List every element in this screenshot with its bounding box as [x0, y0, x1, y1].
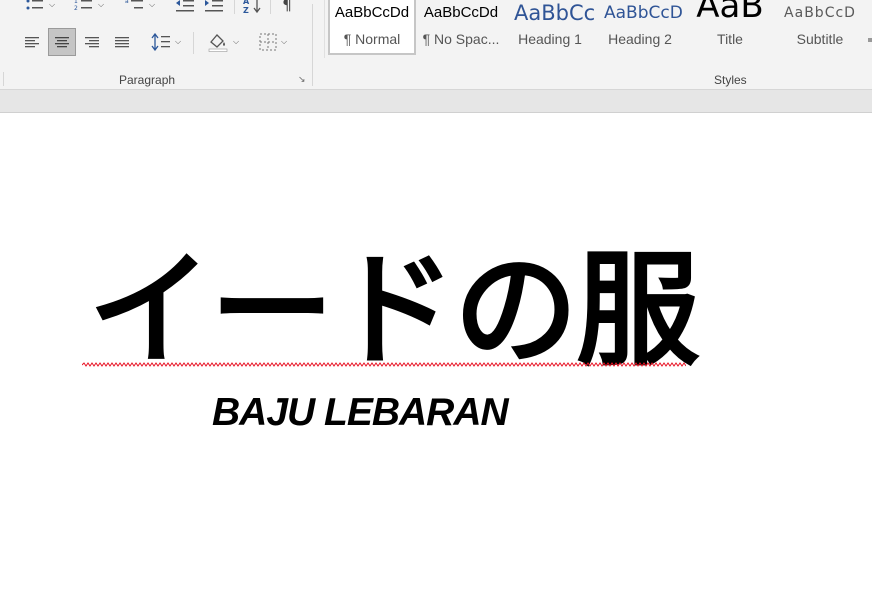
styles-gallery: AaBbCcDd ¶ Normal AaBbCcDd ¶ No Spac... … — [326, 0, 872, 58]
align-right-button[interactable] — [79, 31, 105, 53]
styles-group-label: Styles — [714, 73, 747, 87]
bullets-button[interactable]: ⌵ — [20, 0, 60, 16]
align-left-icon — [24, 35, 40, 49]
spellcheck-underline — [82, 362, 686, 367]
style-preview: AaBbCcDd — [423, 4, 499, 21]
justify-button[interactable] — [109, 31, 135, 53]
style-title[interactable]: AaB Title — [686, 0, 774, 55]
group-divider — [3, 72, 4, 86]
decrease-indent-icon — [175, 0, 195, 13]
style-heading-1[interactable]: AaBbCc Heading 1 — [506, 0, 594, 55]
svg-text:Z: Z — [243, 6, 249, 14]
style-name: Heading 1 — [518, 31, 582, 47]
borders-icon — [259, 33, 277, 51]
style-subtitle[interactable]: AaBbCcD Subtitle — [776, 0, 864, 55]
style-name: ¶ Normal — [343, 31, 401, 47]
style-name: ¶ No Spac... — [422, 31, 500, 47]
group-divider — [324, 0, 325, 58]
shading-icon — [207, 32, 229, 52]
chevron-down-icon: ⌵ — [232, 37, 240, 46]
dialog-launcher-icon[interactable]: ↘ — [298, 76, 307, 85]
divider — [234, 0, 235, 14]
divider — [270, 0, 271, 14]
show-formatting-marks-button[interactable]: ¶ — [276, 0, 298, 16]
style-preview: AaBbCc — [514, 1, 594, 25]
chevron-down-icon: ⌵ — [48, 0, 56, 9]
chevron-down-icon: ⌵ — [174, 37, 182, 46]
bullets-icon — [25, 0, 45, 13]
style-name: Subtitle — [796, 31, 844, 47]
increase-indent-icon — [204, 0, 224, 13]
increase-indent-button[interactable] — [201, 0, 227, 16]
svg-text:2: 2 — [74, 5, 78, 12]
style-preview: AaBbCcDd — [334, 4, 410, 21]
borders-button[interactable]: ⌵ — [252, 31, 294, 53]
numbering-icon: 12 — [74, 0, 94, 13]
document-subtitle[interactable]: BAJU LEBARAN — [212, 391, 509, 435]
line-spacing-icon — [151, 33, 171, 51]
style-name: Title — [717, 31, 743, 47]
style-preview: AaB — [696, 0, 764, 24]
align-right-icon — [84, 35, 100, 49]
shading-button[interactable]: ⌵ — [201, 31, 245, 53]
sort-button[interactable]: AZ — [240, 0, 266, 16]
multilevel-list-button[interactable]: a ⌵ — [120, 0, 160, 16]
style-preview: AaBbCcD — [604, 3, 683, 23]
multilevel-list-icon: a — [125, 0, 145, 13]
align-center-icon — [54, 35, 70, 49]
paragraph-group-label: Paragraph — [119, 73, 176, 87]
decrease-indent-button[interactable] — [172, 0, 198, 16]
line-spacing-button[interactable]: ⌵ — [146, 31, 186, 53]
ribbon: ⌵ 12 ⌵ a ⌵ AZ ¶ ⌵ ⌵ ⌵ Paragraph ↘ AaBbCc… — [0, 0, 872, 90]
show-formatting-marks-icon: ¶ — [282, 0, 292, 14]
sort-icon: AZ — [243, 0, 263, 14]
style-heading-2[interactable]: AaBbCcD Heading 2 — [596, 0, 684, 55]
style-name: Heading 2 — [608, 31, 672, 47]
ruler-band — [0, 90, 872, 113]
style-no-spacing[interactable]: AaBbCcDd ¶ No Spac... — [416, 0, 506, 55]
chevron-down-icon: ⌵ — [148, 0, 156, 9]
svg-text:a: a — [125, 0, 129, 5]
style-normal[interactable]: AaBbCcDd ¶ Normal — [328, 0, 416, 55]
chevron-down-icon: ⌵ — [280, 37, 288, 46]
style-preview: AaBbCcD — [784, 5, 856, 21]
divider — [193, 32, 194, 54]
gallery-scroll-edge[interactable] — [868, 38, 872, 42]
chevron-down-icon: ⌵ — [97, 0, 105, 9]
align-center-button[interactable] — [48, 28, 76, 56]
justify-icon — [114, 35, 130, 49]
group-divider — [312, 4, 313, 86]
align-left-button[interactable] — [19, 31, 45, 53]
numbering-button[interactable]: 12 ⌵ — [68, 0, 110, 16]
